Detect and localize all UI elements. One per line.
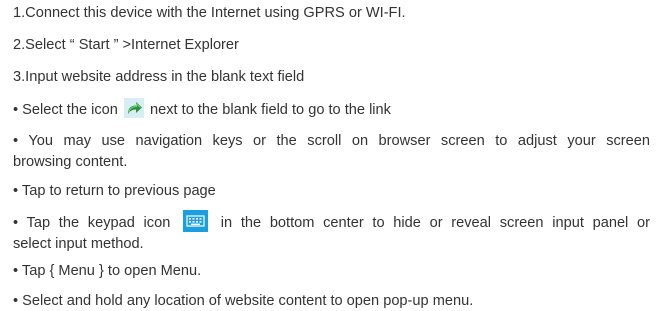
keypad-icon bbox=[183, 210, 209, 232]
step-input-address: 3.Input website address in the blank tex… bbox=[13, 69, 305, 85]
manual-page: 1.Connect this device with the Internet … bbox=[0, 0, 657, 311]
bullet-keypad: • Tap the keypad icon in the bottom cent… bbox=[13, 210, 650, 255]
bullet-keypad-line2: select input method. bbox=[13, 236, 144, 252]
step-connect: 1.Connect this device with the Internet … bbox=[13, 5, 406, 21]
bullet-keypad-text-before: • Tap the keypad icon bbox=[13, 214, 180, 231]
bullet-previous-page: • Tap to return to previous page bbox=[13, 183, 216, 199]
bullet-keypad-text-after: in the bottom center to hide or reveal s… bbox=[212, 214, 650, 231]
step-start-menu: 2.Select “ Start ” >Internet Explorer bbox=[13, 37, 239, 53]
go-arrow-icon bbox=[123, 98, 144, 118]
bullet-go-text-after: next to the blank field to go to the lin… bbox=[145, 101, 391, 118]
bullet-navigation: • You may use navigation keys or the scr… bbox=[13, 131, 650, 173]
bullet-menu: • Tap { Menu } to open Menu. bbox=[13, 263, 202, 279]
bullet-navigation-line1: • You may use navigation keys or the scr… bbox=[13, 133, 650, 149]
bullet-keypad-line1: • Tap the keypad icon in the bottom cent… bbox=[13, 210, 650, 234]
bullet-go-icon-instruction: • Select the icon next to the blank fiel… bbox=[13, 98, 391, 120]
bullet-hold-popup: • Select and hold any location of websit… bbox=[13, 293, 474, 309]
bullet-go-text-before: • Select the icon bbox=[13, 101, 122, 118]
bullet-navigation-line2: browsing content. bbox=[13, 154, 128, 170]
